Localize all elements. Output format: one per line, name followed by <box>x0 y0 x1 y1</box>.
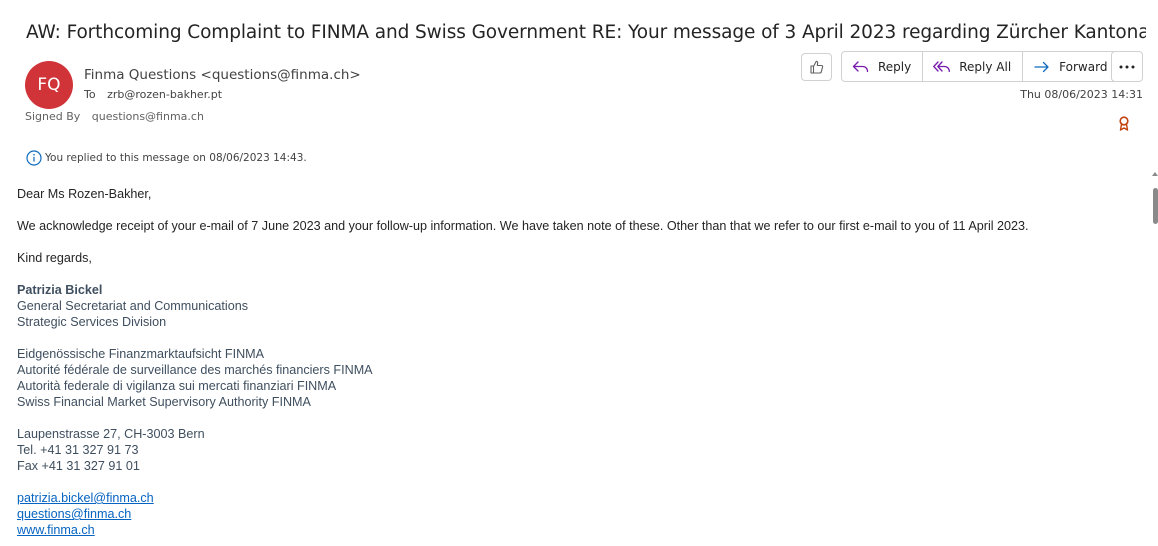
signature-title: General Secretariat and Communications <box>17 299 248 313</box>
body-paragraph: We acknowledge receipt of your e-mail of… <box>17 219 1029 233</box>
website-link[interactable]: www.finma.ch <box>17 523 95 537</box>
reply-icon <box>852 60 869 72</box>
message-actions: Reply Reply All Forward <box>841 51 1120 82</box>
signature-address: Laupenstrasse 27, CH-3003 Bern <box>17 427 205 441</box>
reply-info-bar: You replied to this message on 08/06/202… <box>26 150 307 166</box>
forward-button[interactable]: Forward <box>1023 52 1118 81</box>
signature-org-it: Autorità federale di vigilanza sui merca… <box>17 379 337 393</box>
forward-label: Forward <box>1059 59 1108 74</box>
forward-arrow-icon <box>1034 61 1049 72</box>
signature-fax: Fax +41 31 327 91 01 <box>17 459 140 473</box>
reply-all-icon <box>933 60 951 72</box>
reply-info-text: You replied to this message on 08/06/202… <box>45 152 307 164</box>
thumbs-up-icon <box>809 60 823 74</box>
recipient-address[interactable]: zrb@rozen-bakher.pt <box>107 88 222 101</box>
reply-all-button[interactable]: Reply All <box>923 52 1024 81</box>
signature-org-fr: Autorité fédérale de surveillance des ma… <box>17 363 373 377</box>
closing: Kind regards, <box>17 251 92 265</box>
signature-org-de: Eidgenössische Finanzmarktaufsicht FINMA <box>17 347 265 361</box>
avatar[interactable]: FQ <box>25 61 73 109</box>
more-options-icon <box>1119 65 1135 68</box>
signature-org-en: Swiss Financial Market Supervisory Autho… <box>17 395 311 409</box>
scroll-thumb[interactable] <box>1153 188 1158 224</box>
vertical-scrollbar[interactable] <box>1152 172 1158 546</box>
scroll-up-arrow-icon[interactable] <box>1152 172 1158 176</box>
certificate-icon[interactable] <box>1118 116 1130 137</box>
greeting: Dear Ms Rozen-Bakher, <box>17 187 152 201</box>
signature-tel: Tel. +41 31 327 91 73 <box>17 443 139 457</box>
info-icon <box>26 150 42 166</box>
like-button[interactable] <box>801 53 832 81</box>
signature-division: Strategic Services Division <box>17 315 167 329</box>
to-label: To <box>84 88 96 101</box>
reply-all-label: Reply All <box>959 59 1012 74</box>
email-link[interactable]: patrizia.bickel@finma.ch <box>17 491 154 505</box>
sender-name[interactable]: Finma Questions <questions@finma.ch> <box>84 67 361 83</box>
email-subject: AW: Forthcoming Complaint to FINMA and S… <box>26 22 1146 43</box>
more-options-button[interactable] <box>1111 51 1143 82</box>
reply-button[interactable]: Reply <box>842 52 924 81</box>
questions-link[interactable]: questions@finma.ch <box>17 507 131 521</box>
certificate-ribbon-icon <box>1119 116 1129 131</box>
recipient-row: To zrb@rozen-bakher.pt <box>84 88 222 101</box>
email-body: Dear Ms Rozen-Bakher, We acknowledge rec… <box>17 186 1137 538</box>
received-date: Thu 08/06/2023 14:31 <box>1020 88 1143 101</box>
signed-by-label: Signed By <box>25 110 81 123</box>
reply-label: Reply <box>878 59 912 74</box>
signed-by-row: Signed By questions@finma.ch <box>25 110 204 123</box>
signed-by-value: questions@finma.ch <box>91 110 204 123</box>
signature-name: Patrizia Bickel <box>17 283 103 297</box>
